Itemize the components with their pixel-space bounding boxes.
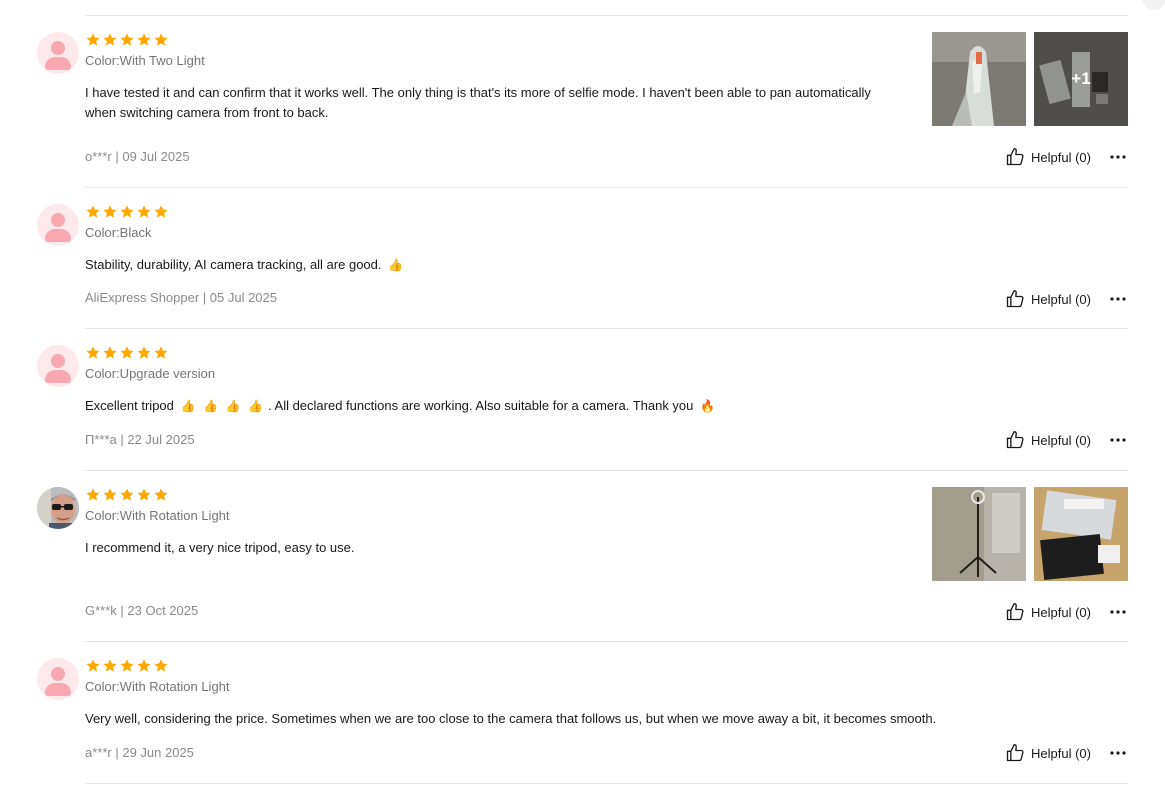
more-options-button[interactable]: [1110, 604, 1126, 620]
avatar: [37, 32, 79, 74]
helpful-label: Helpful (0): [1031, 149, 1091, 165]
avatar: [37, 658, 79, 700]
divider: [85, 187, 1128, 188]
thumbs-up-icon: [1006, 431, 1024, 449]
star-icon: [103, 33, 117, 46]
star-icon: [86, 205, 100, 218]
star-icon: [86, 346, 100, 359]
star-rating: [85, 658, 169, 674]
helpful-button[interactable]: Helpful (0): [1005, 147, 1091, 167]
star-icon: [154, 346, 168, 359]
thumbs-up-emoji: 👍: [180, 399, 196, 413]
star-icon: [103, 488, 117, 501]
avatar: [37, 204, 79, 246]
star-icon: [103, 659, 117, 672]
review-photos: [932, 487, 1128, 581]
star-icon: [154, 488, 168, 501]
star-icon: [86, 488, 100, 501]
thumbs-up-emoji: 👍: [248, 399, 264, 413]
more-options-button[interactable]: [1110, 745, 1126, 761]
more-icon: [1110, 751, 1126, 755]
star-icon: [86, 659, 100, 672]
more-options-button[interactable]: [1110, 432, 1126, 448]
review-photo[interactable]: +1: [1034, 32, 1128, 126]
review-author-date: AliExpress Shopper | 05 Jul 2025: [85, 290, 277, 305]
thumbs-up-emoji: 👍: [388, 258, 404, 272]
star-icon: [137, 488, 151, 501]
helpful-label: Helpful (0): [1031, 432, 1091, 448]
star-icon: [120, 33, 134, 46]
star-icon: [120, 205, 134, 218]
star-icon: [137, 205, 151, 218]
thumbs-up-icon: [1006, 290, 1024, 308]
sku-color: Color:With Rotation Light: [85, 508, 230, 523]
review-author-date: a***r | 29 Jun 2025: [85, 745, 194, 760]
sku-color: Color:With Rotation Light: [85, 679, 230, 694]
review-photos: +1: [932, 32, 1128, 126]
fire-emoji: 🔥: [700, 399, 715, 413]
sku-color: Color:Black: [85, 225, 152, 240]
star-icon: [120, 659, 134, 672]
star-rating: [85, 32, 169, 48]
star-icon: [154, 205, 168, 218]
thumbs-up-emoji: 👍: [225, 399, 241, 413]
close-button[interactable]: [1142, 0, 1165, 10]
star-icon: [137, 33, 151, 46]
review-text: Very well, considering the price. Someti…: [85, 711, 937, 726]
review-text: Stability, durability, AI camera trackin…: [85, 255, 885, 275]
star-icon: [103, 346, 117, 359]
review-text: Excellent tripod 👍 👍 👍 👍 . All declared …: [85, 396, 885, 416]
avatar: [37, 487, 79, 529]
review-author-date: o***r | 09 Jul 2025: [85, 149, 190, 164]
more-icon: [1110, 297, 1126, 301]
star-icon: [154, 33, 168, 46]
more-photos-count: +1: [1034, 32, 1128, 126]
sku-color: Color:With Two Light: [85, 53, 205, 68]
sku-color: Color:Upgrade version: [85, 366, 216, 381]
star-icon: [86, 33, 100, 46]
thumbs-up-icon: [1006, 744, 1024, 762]
review-text: I recommend it, a very nice tripod, easy…: [85, 540, 355, 555]
review-photo[interactable]: [1034, 487, 1128, 581]
star-rating: [85, 204, 169, 220]
star-icon: [120, 488, 134, 501]
helpful-button[interactable]: Helpful (0): [1005, 743, 1091, 763]
more-options-button[interactable]: [1110, 149, 1126, 165]
helpful-button[interactable]: Helpful (0): [1005, 602, 1091, 622]
star-rating: [85, 345, 169, 361]
divider: [85, 470, 1128, 471]
more-options-button[interactable]: [1110, 291, 1126, 307]
helpful-button[interactable]: Helpful (0): [1005, 430, 1091, 450]
more-icon: [1110, 610, 1126, 614]
divider: [85, 15, 1128, 16]
helpful-label: Helpful (0): [1031, 604, 1091, 620]
star-icon: [103, 205, 117, 218]
review-photo[interactable]: [932, 487, 1026, 581]
helpful-label: Helpful (0): [1031, 745, 1091, 761]
divider: [85, 328, 1128, 329]
review-author-date: П***a | 22 Jul 2025: [85, 432, 195, 447]
divider: [85, 783, 1128, 784]
helpful-label: Helpful (0): [1031, 291, 1091, 307]
more-icon: [1110, 155, 1126, 159]
review-photo[interactable]: [932, 32, 1026, 126]
star-icon: [120, 346, 134, 359]
thumbs-up-icon: [1006, 603, 1024, 621]
more-icon: [1110, 438, 1126, 442]
review-author-date: G***k | 23 Oct 2025: [85, 603, 199, 618]
review-text: I have tested it and can confirm that it…: [85, 85, 871, 120]
thumbs-up-emoji: 👍: [203, 399, 219, 413]
star-icon: [137, 346, 151, 359]
divider: [85, 641, 1128, 642]
thumbs-up-icon: [1006, 148, 1024, 166]
star-icon: [137, 659, 151, 672]
helpful-button[interactable]: Helpful (0): [1005, 289, 1091, 309]
avatar: [37, 345, 79, 387]
star-rating: [85, 487, 169, 503]
star-icon: [154, 659, 168, 672]
